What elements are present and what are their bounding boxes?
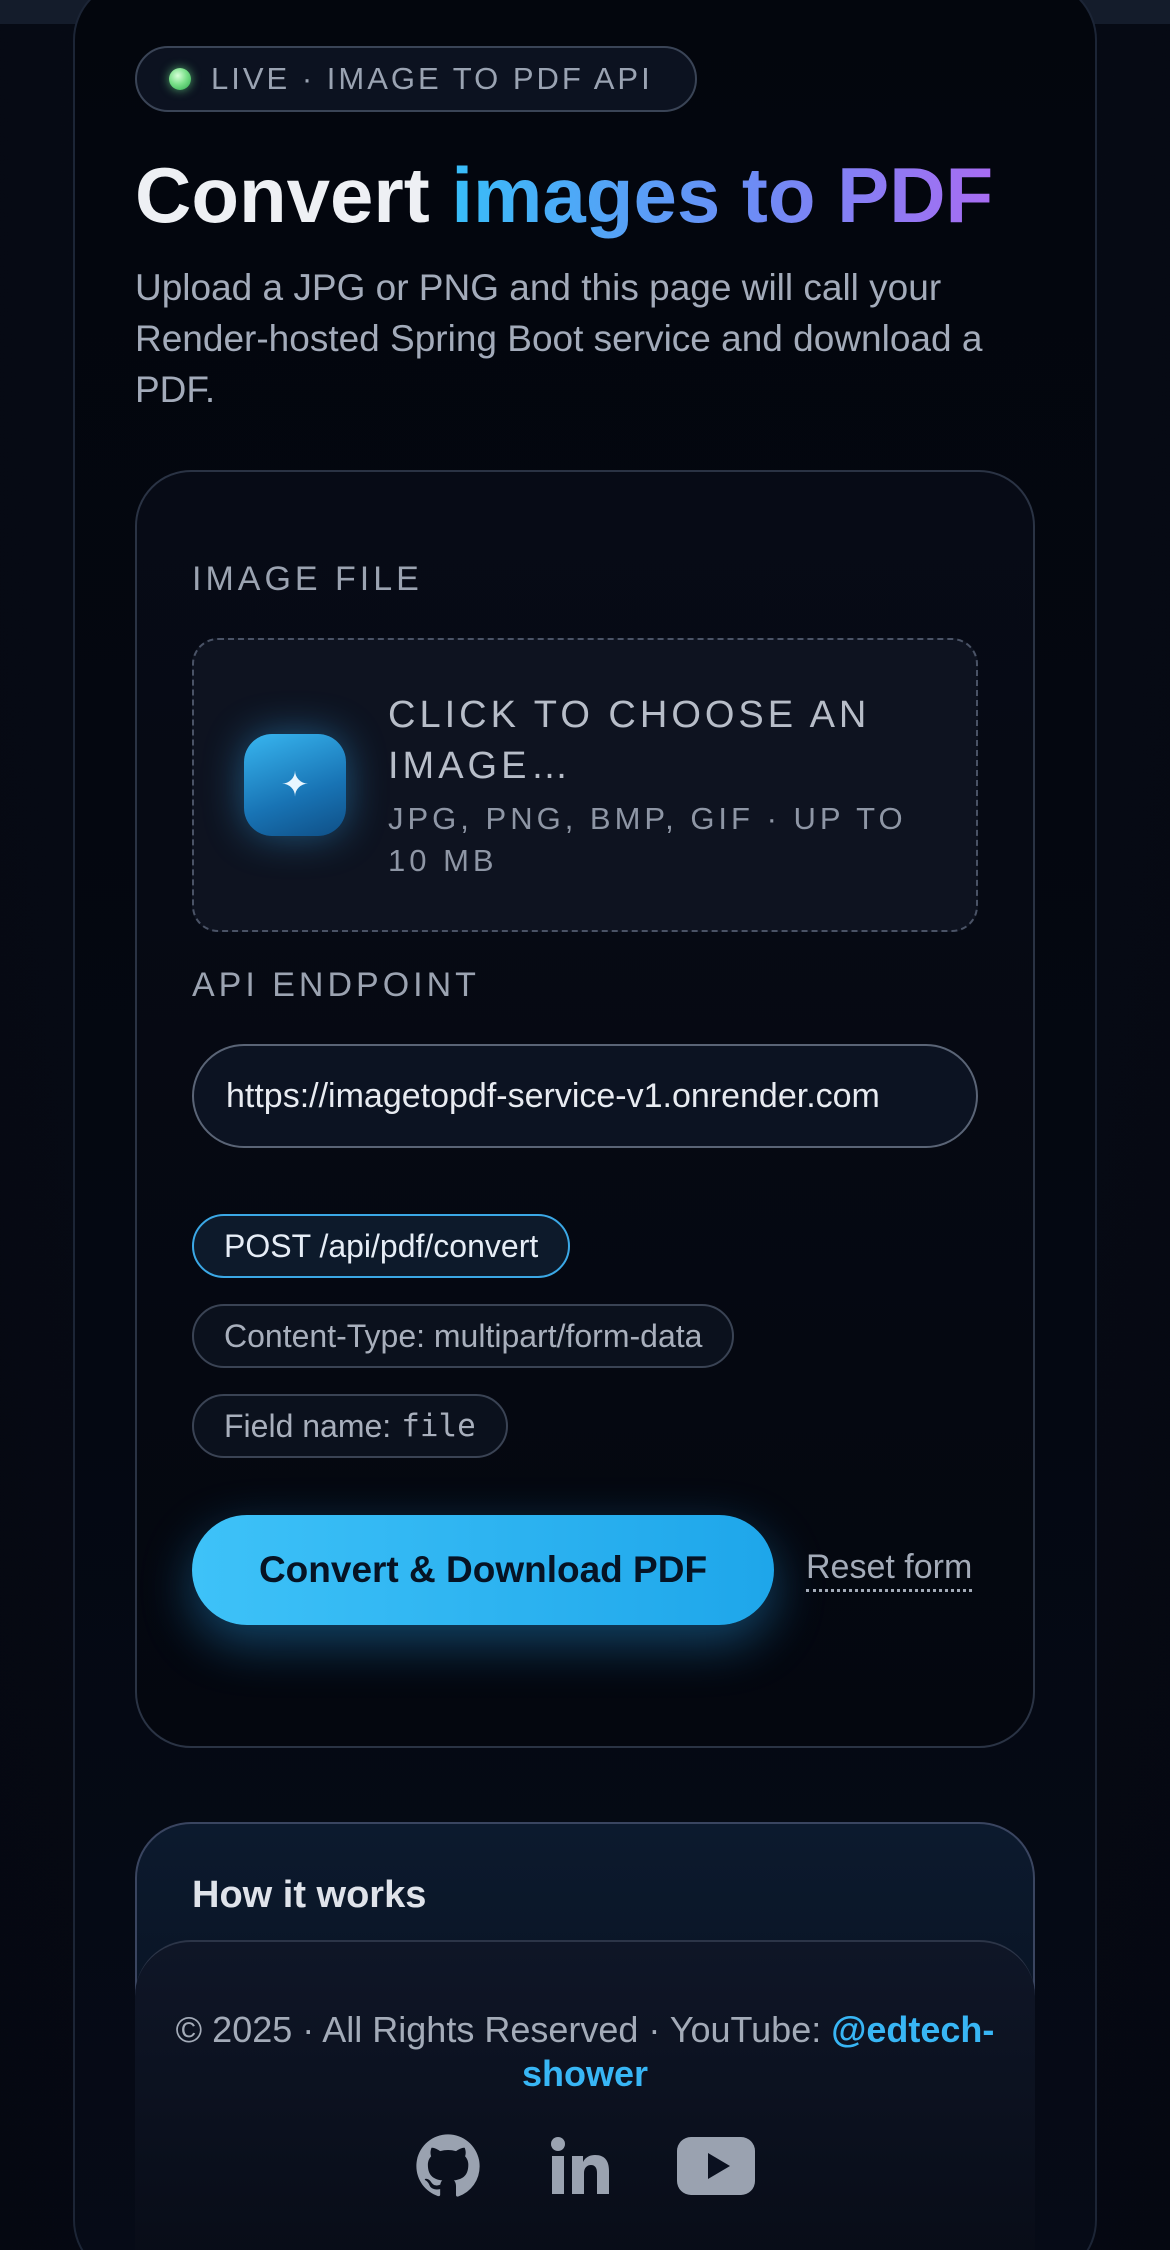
reset-form-link[interactable]: Reset form	[806, 1548, 973, 1592]
live-badge-text: LIVE · IMAGE TO PDF API	[211, 61, 653, 96]
title-highlight: images to PDF	[451, 151, 994, 239]
dropzone-title: CLICK TO CHOOSE AN IMAGE…	[388, 694, 871, 787]
sparkle-icon: ✦	[244, 734, 346, 836]
dropzone-hint: JPG, PNG, BMP, GIF · UP TO 10 MB	[388, 801, 907, 878]
footer-copyright: © 2025 · All Rights Reserved · YouTube: …	[135, 2008, 1035, 2096]
how-it-works-title: How it works	[192, 1874, 427, 1916]
field-name-chip: Field name: file	[192, 1394, 508, 1458]
page-subtitle: Upload a JPG or PNG and this page will c…	[135, 267, 983, 410]
linkedin-icon[interactable]	[548, 2134, 614, 2198]
api-endpoint-field-wrapper	[192, 1044, 978, 1148]
page-title: Convert images to PDF	[135, 150, 993, 241]
live-status-dot	[169, 68, 191, 90]
field-name-prefix: Field name:	[224, 1407, 392, 1444]
youtube-icon[interactable]	[676, 2136, 756, 2196]
copyright-text: © 2025 · All Rights Reserved · YouTube:	[175, 2009, 832, 2050]
field-name-value: file	[401, 1408, 476, 1444]
convert-download-button[interactable]: Convert & Download PDF	[192, 1515, 774, 1625]
method-chip: POST /api/pdf/convert	[192, 1214, 571, 1278]
image-file-label: IMAGE FILE	[192, 560, 423, 598]
github-icon[interactable]	[414, 2132, 482, 2200]
api-endpoint-label: API ENDPOINT	[192, 966, 480, 1004]
live-badge: LIVE · IMAGE TO PDF API	[135, 46, 697, 112]
title-plain: Convert	[135, 151, 452, 239]
api-endpoint-input[interactable]	[226, 1076, 976, 1116]
content-type-chip: Content-Type: multipart/form-data	[192, 1304, 735, 1368]
